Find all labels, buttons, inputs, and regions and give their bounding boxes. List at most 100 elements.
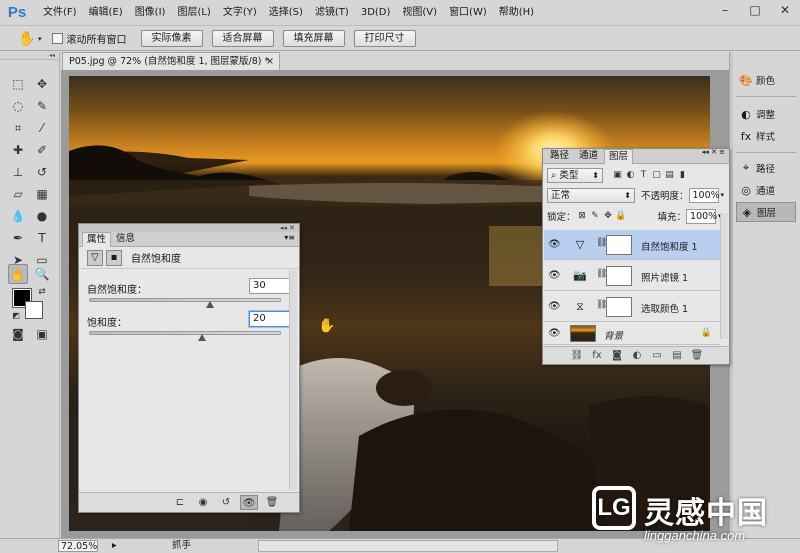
lock-image-icon[interactable]: ✎ — [589, 211, 602, 221]
print-size-button[interactable]: 打印尺寸 — [353, 30, 416, 47]
hand-tool-preset-icon[interactable]: ✋ — [16, 31, 38, 47]
fill-screen-button[interactable]: 填充屏幕 — [282, 30, 345, 47]
tab-paths[interactable]: 路径 — [546, 149, 573, 164]
menu-item[interactable]: 选择(S) — [263, 0, 309, 26]
filter-kind-select[interactable]: ⌕ 类型 ⬍ — [547, 167, 603, 183]
tab-info[interactable]: 信息 — [112, 232, 139, 247]
swap-colors-icon[interactable]: ⇄ — [32, 282, 52, 302]
dock-item-channels[interactable]: ◎ 通道 — [736, 180, 796, 200]
status-play-icon[interactable]: ▸ — [112, 540, 117, 551]
document-close-icon[interactable]: × — [266, 53, 274, 70]
actual-pixels-button[interactable]: 实际像素 — [140, 30, 203, 47]
scroll-all-windows-checkbox[interactable] — [51, 33, 63, 44]
dock-item-adjustments[interactable]: ◐ 调整 — [736, 104, 796, 124]
layer-row-background[interactable]: 👁 背景 🔒 — [544, 323, 720, 345]
layer-row-selective-color[interactable]: 👁 ⧖ ⛓ 选取颜色 1 — [544, 292, 720, 322]
zoom-level-field[interactable]: 72.05% — [58, 540, 98, 552]
document-tab[interactable]: P05.jpg @ 72% (自然饱和度 1, 图层蒙版/8) * × — [62, 52, 280, 70]
eye-icon[interactable]: 👁 — [548, 270, 561, 281]
layer-row-photo-filter[interactable]: 👁 📷 ⛓ 照片滤镜 1 — [544, 261, 720, 291]
filter-shape-icon[interactable]: ▢ — [650, 170, 663, 180]
blend-mode-select[interactable]: 正常 ⬍ — [547, 187, 635, 203]
fill-input[interactable]: 100% — [686, 208, 717, 224]
new-adjustment-layer-icon[interactable]: ◐ — [627, 350, 647, 361]
eye-icon[interactable]: 👁 — [548, 301, 561, 312]
quick-selection-tool-icon[interactable]: ✎ — [32, 96, 52, 116]
new-layer-icon[interactable]: ▤ — [667, 350, 687, 361]
eyedropper-tool-icon[interactable]: ⁄ — [32, 118, 52, 138]
saturation-input[interactable]: 20 — [249, 311, 291, 327]
opacity-input[interactable]: 100% — [688, 187, 720, 203]
pen-tool-icon[interactable]: ✒ — [8, 228, 28, 248]
menu-item[interactable]: 3D(D) — [355, 0, 397, 26]
filter-adjustment-icon[interactable]: ◐ — [624, 170, 637, 180]
eye-icon[interactable]: 👁 — [548, 328, 561, 339]
filter-type-icon[interactable]: T — [637, 170, 650, 180]
default-colors-icon[interactable]: ◩ — [6, 306, 26, 326]
menu-item[interactable]: 图像(I) — [129, 0, 172, 26]
maximize-button[interactable]: □ — [740, 0, 770, 20]
clip-to-layer-icon[interactable]: ⊏ — [171, 495, 189, 510]
layer-mask-thumbnail[interactable] — [606, 266, 632, 286]
link-layers-icon[interactable]: ⛓ — [567, 350, 587, 361]
healing-brush-tool-icon[interactable]: ✚ — [8, 140, 28, 160]
vibrance-adjustment-icon[interactable]: ▽ — [87, 249, 103, 266]
menu-item[interactable]: 视图(V) — [396, 0, 443, 26]
hand-tool-icon[interactable]: ✋ — [8, 264, 28, 284]
delete-layer-icon[interactable]: 🗑 — [687, 350, 707, 361]
menu-item[interactable]: 编辑(E) — [83, 0, 129, 26]
opacity-dropdown-icon[interactable]: ▾ — [721, 191, 725, 199]
add-mask-icon[interactable]: ◙ — [607, 350, 627, 361]
layers-scrollbar[interactable] — [720, 213, 728, 339]
delete-icon[interactable]: 🗑 — [263, 495, 281, 510]
lock-transparent-icon[interactable]: ⊠ — [576, 211, 589, 221]
menu-item[interactable]: 文字(Y) — [217, 0, 263, 26]
eraser-tool-icon[interactable]: ▱ — [8, 184, 28, 204]
clone-stamp-tool-icon[interactable]: ⊥ — [8, 162, 28, 182]
blur-tool-icon[interactable]: 💧 — [8, 206, 28, 226]
vibrance-slider-track[interactable] — [89, 298, 281, 302]
marquee-tool-icon[interactable]: ⬚ — [8, 74, 28, 94]
dock-item-color[interactable]: 🎨 颜色 — [736, 70, 796, 90]
layer-mask-icon[interactable]: ▪ — [106, 249, 122, 266]
brush-tool-icon[interactable]: ✐ — [32, 140, 52, 160]
reset-icon[interactable]: ↺ — [217, 495, 235, 510]
type-tool-icon[interactable]: T — [32, 228, 52, 248]
history-brush-tool-icon[interactable]: ↺ — [32, 162, 52, 182]
menu-item[interactable]: 窗口(W) — [443, 0, 493, 26]
lock-all-icon[interactable]: 🔒 — [615, 211, 628, 221]
view-previous-state-icon[interactable]: ◉ — [194, 495, 212, 510]
toggle-visibility-icon[interactable]: 👁 — [240, 495, 258, 510]
preset-chevron-down-icon[interactable]: ▾ — [38, 35, 42, 43]
eye-icon[interactable]: 👁 — [548, 239, 561, 250]
menu-item[interactable]: 滤镜(T) — [309, 0, 355, 26]
background-color-swatch[interactable] — [25, 301, 43, 319]
tab-properties[interactable]: 属性 — [82, 232, 112, 247]
filter-smart-object-icon[interactable]: ▤ — [663, 170, 676, 180]
layer-mask-thumbnail[interactable] — [606, 235, 632, 255]
screen-mode-icon[interactable]: ▣ — [32, 324, 52, 344]
properties-scrollbar[interactable] — [289, 270, 297, 490]
panel-menu-icon[interactable]: ▾≡ — [284, 233, 295, 242]
filter-pixel-icon[interactable]: ▣ — [611, 170, 624, 180]
vibrance-slider-thumb[interactable] — [206, 301, 215, 308]
vibrance-input[interactable]: 30 — [249, 278, 291, 294]
fit-screen-button[interactable]: 适合屏幕 — [211, 30, 274, 47]
filter-toggle-icon[interactable]: ▮ — [676, 170, 689, 180]
layer-mask-thumbnail[interactable] — [606, 297, 632, 317]
layer-style-icon[interactable]: fx — [587, 350, 607, 361]
menu-item[interactable]: 帮助(H) — [493, 0, 540, 26]
crop-tool-icon[interactable]: ⌗ — [8, 118, 28, 138]
panel-collapse-icon[interactable]: ◂◂ ✕ — [79, 224, 299, 232]
move-tool-icon[interactable]: ✥ — [32, 74, 52, 94]
close-button[interactable]: ✕ — [770, 0, 800, 20]
panel-collapse-icon[interactable]: ◂◂ — [0, 52, 59, 60]
panel-collapse-icon[interactable]: ◂◂ ✕ ≡ — [702, 148, 725, 156]
new-group-icon[interactable]: ▭ — [647, 350, 667, 361]
tab-layers[interactable]: 图层 — [604, 149, 634, 164]
saturation-slider-thumb[interactable] — [198, 334, 207, 341]
zoom-tool-icon[interactable]: 🔍 — [32, 264, 52, 284]
quick-mask-icon[interactable]: ◙ — [8, 324, 28, 344]
dock-item-styles[interactable]: fx 样式 — [736, 126, 796, 146]
gradient-tool-icon[interactable]: ▦ — [32, 184, 52, 204]
